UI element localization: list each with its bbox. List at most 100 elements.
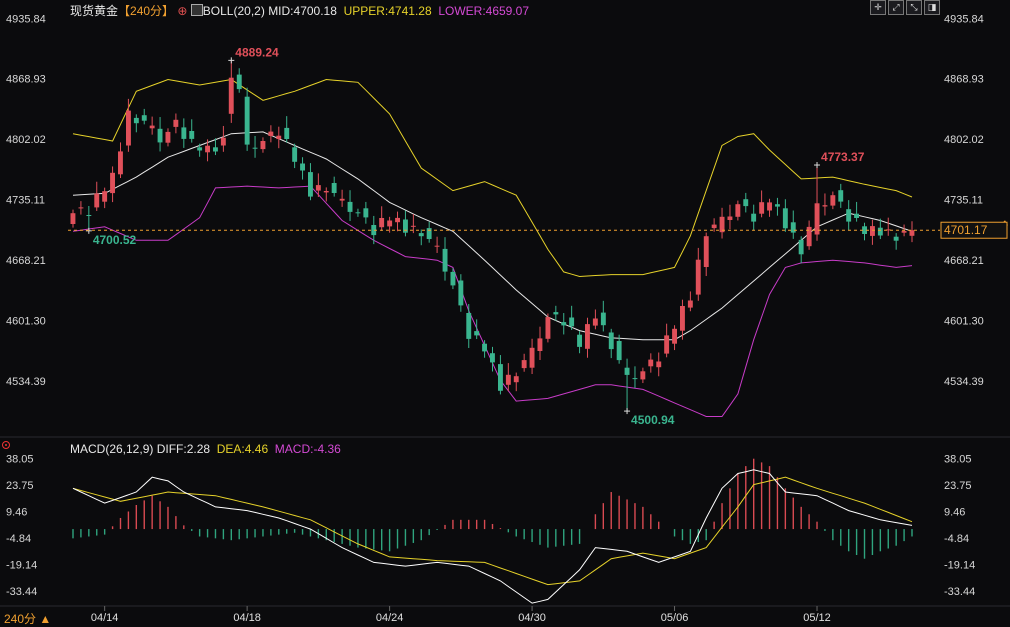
candle-body	[379, 218, 385, 228]
candle-body	[893, 236, 899, 241]
candle-body	[70, 213, 76, 224]
period-selector[interactable]: 240分 ▲	[4, 610, 51, 627]
candle-body	[592, 318, 598, 326]
candle-body	[521, 360, 527, 369]
candle-body	[513, 376, 519, 383]
x-tick-label: 04/14	[91, 612, 119, 624]
y-tick-label-left: 4935.84	[6, 13, 46, 25]
boll-upper-line	[72, 78, 913, 278]
candle-body	[339, 198, 345, 201]
candle-body	[252, 147, 258, 149]
candle-body	[529, 347, 535, 368]
candle-body	[767, 202, 772, 211]
y-tick-label-right: 4802.02	[944, 134, 984, 146]
macd-value: MACD:-4.36	[274, 442, 341, 456]
candle-body	[545, 317, 551, 339]
candle-body	[442, 248, 448, 272]
macd-dea-line	[72, 476, 913, 586]
plus-circle-icon[interactable]: ⊕	[177, 4, 187, 18]
candle-body	[228, 77, 234, 114]
candle-body	[434, 245, 440, 247]
macd-y-tick-left: 38.05	[6, 454, 34, 466]
candle-body	[632, 378, 638, 380]
candle-body	[244, 96, 250, 145]
y-tick-label-right: 4935.84	[944, 13, 984, 25]
chart-toolbar: ✛ ⤢ ⤡ ◨	[870, 0, 940, 15]
macd-y-tick-left: 23.75	[6, 480, 34, 492]
candle-body	[901, 230, 907, 233]
candle-body	[711, 224, 717, 229]
candle-body	[141, 115, 147, 121]
kline-chart[interactable]: 4935.84 4935.84 4868.93 4868.93 4802.02 4802.…	[0, 0, 1010, 626]
candle-body	[854, 213, 859, 218]
candle-body	[703, 236, 709, 267]
candle-body	[197, 147, 203, 151]
settings-icon[interactable]: ◨	[924, 0, 940, 15]
candle-body	[505, 374, 511, 385]
candle-body	[466, 313, 472, 339]
candle-body	[292, 147, 298, 162]
boll-mid-line	[72, 131, 913, 341]
candle-body	[474, 331, 480, 336]
y-tick-label-right: 4601.30	[944, 315, 984, 327]
candle-body	[624, 367, 630, 375]
candle-body	[537, 338, 543, 351]
candle-body	[450, 271, 456, 286]
candle-body	[110, 172, 115, 194]
candle-body	[600, 312, 606, 326]
candle-body	[78, 207, 84, 209]
x-tick-label: 05/06	[661, 612, 689, 624]
x-tick-label: 04/24	[376, 612, 404, 624]
candle-body	[363, 208, 369, 218]
candle-body	[347, 201, 353, 212]
zoom-in-icon[interactable]: ⤢	[888, 0, 904, 15]
candle-body	[220, 137, 226, 146]
candle-body	[236, 74, 242, 90]
y-tick-label-right: 4668.21	[944, 255, 984, 267]
candle-body	[323, 191, 329, 193]
candle-body	[585, 324, 590, 349]
candle-body	[608, 332, 614, 350]
y-tick-label-left: 4601.30	[6, 315, 46, 327]
candle-body	[616, 341, 622, 361]
macd-indicator-marker-icon[interactable]	[2, 441, 10, 449]
candle-body	[561, 322, 567, 326]
macd-y-tick-right: -33.44	[944, 586, 975, 598]
macd-header: MACD(26,12,9) DIFF:2.28 DEA:4.46 MACD:-4…	[70, 442, 341, 456]
price-annotation: 4700.52	[93, 233, 137, 247]
macd-y-tick-left: -33.44	[6, 586, 37, 598]
candle-body	[743, 199, 749, 207]
period-tag[interactable]: 【240分】	[118, 4, 174, 18]
candle-body	[315, 185, 321, 191]
candle-body	[790, 222, 796, 233]
candle-body	[205, 145, 210, 153]
candle-body	[149, 125, 155, 129]
macd-diff-value: DIFF:2.28	[156, 442, 211, 456]
zoom-out-icon[interactable]: ⤡	[906, 0, 922, 15]
candle-body	[284, 127, 290, 139]
candle-body	[102, 191, 108, 202]
price-annotation: 4889.24	[235, 45, 279, 59]
crosshair-icon[interactable]: ✛	[870, 0, 886, 15]
candle-body	[94, 193, 100, 208]
candle-body	[909, 230, 915, 236]
macd-dea-value: DEA:4.46	[216, 442, 269, 456]
macd-label: MACD(26,12,9)	[70, 442, 154, 456]
main-chart-header: 现货黄金【240分】 ⊕ BOLL(20,2) MID:4700.18 UPPE…	[70, 2, 529, 19]
candle-body	[751, 213, 757, 222]
candle-body	[782, 208, 788, 229]
candle-body	[126, 110, 131, 146]
candle-body	[490, 353, 495, 363]
candle-body	[846, 209, 852, 222]
candle-body	[410, 225, 416, 227]
candle-body	[173, 119, 179, 127]
x-tick-label: 05/12	[803, 612, 831, 624]
boll-upper-value: UPPER:4741.28	[343, 4, 432, 18]
candle-body	[300, 163, 305, 171]
candle-body	[418, 233, 424, 237]
candle-body	[735, 204, 741, 217]
boll-lower-value: LOWER:4659.07	[438, 4, 530, 18]
candle-body	[308, 172, 313, 197]
boll-indicator-icon[interactable]	[190, 4, 203, 16]
candle-body	[830, 195, 836, 206]
